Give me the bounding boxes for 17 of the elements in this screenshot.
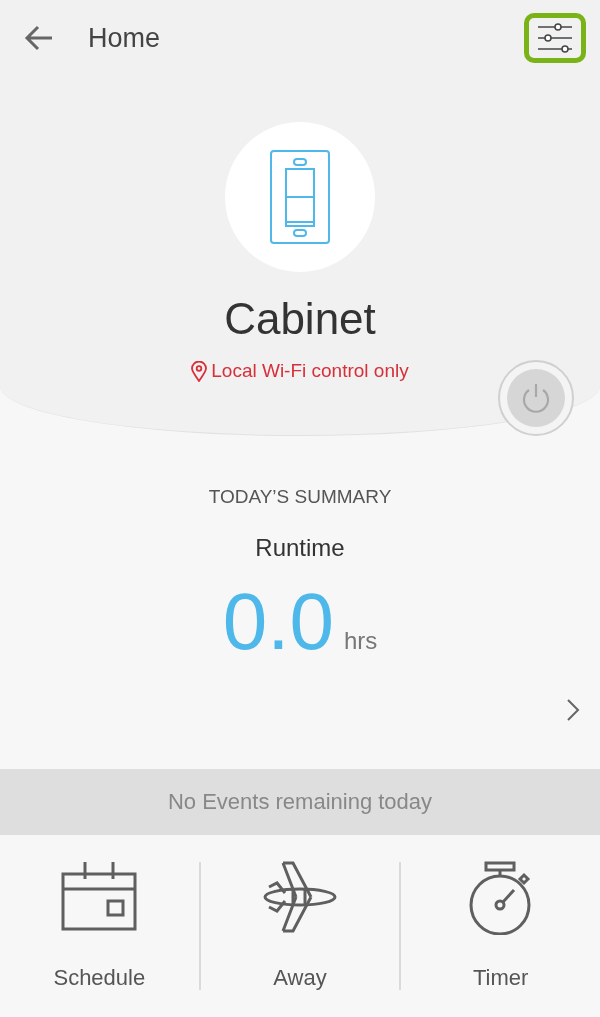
light-switch-icon [269,149,331,245]
settings-icon[interactable] [524,13,586,63]
calendar-icon [61,861,138,931]
summary-heading: TODAY’S SUMMARY [208,486,392,508]
page-title: Home [88,22,161,54]
device-name: Cabinet [224,294,376,344]
airplane-icon [263,861,337,933]
runtime-label: Runtime [255,534,345,562]
location-pin-icon [191,360,208,382]
schedule-tab[interactable]: Schedule [0,861,199,991]
power-icon [521,382,551,414]
connection-notice: Local Wi-Fi control only [211,360,409,382]
away-tab[interactable]: Away [200,861,400,991]
events-banner: No Events remaining today [0,769,600,835]
timer-tab[interactable]: Timer [401,861,600,991]
runtime-value: 0.0 [222,576,334,668]
runtime-unit: hrs [343,627,378,655]
